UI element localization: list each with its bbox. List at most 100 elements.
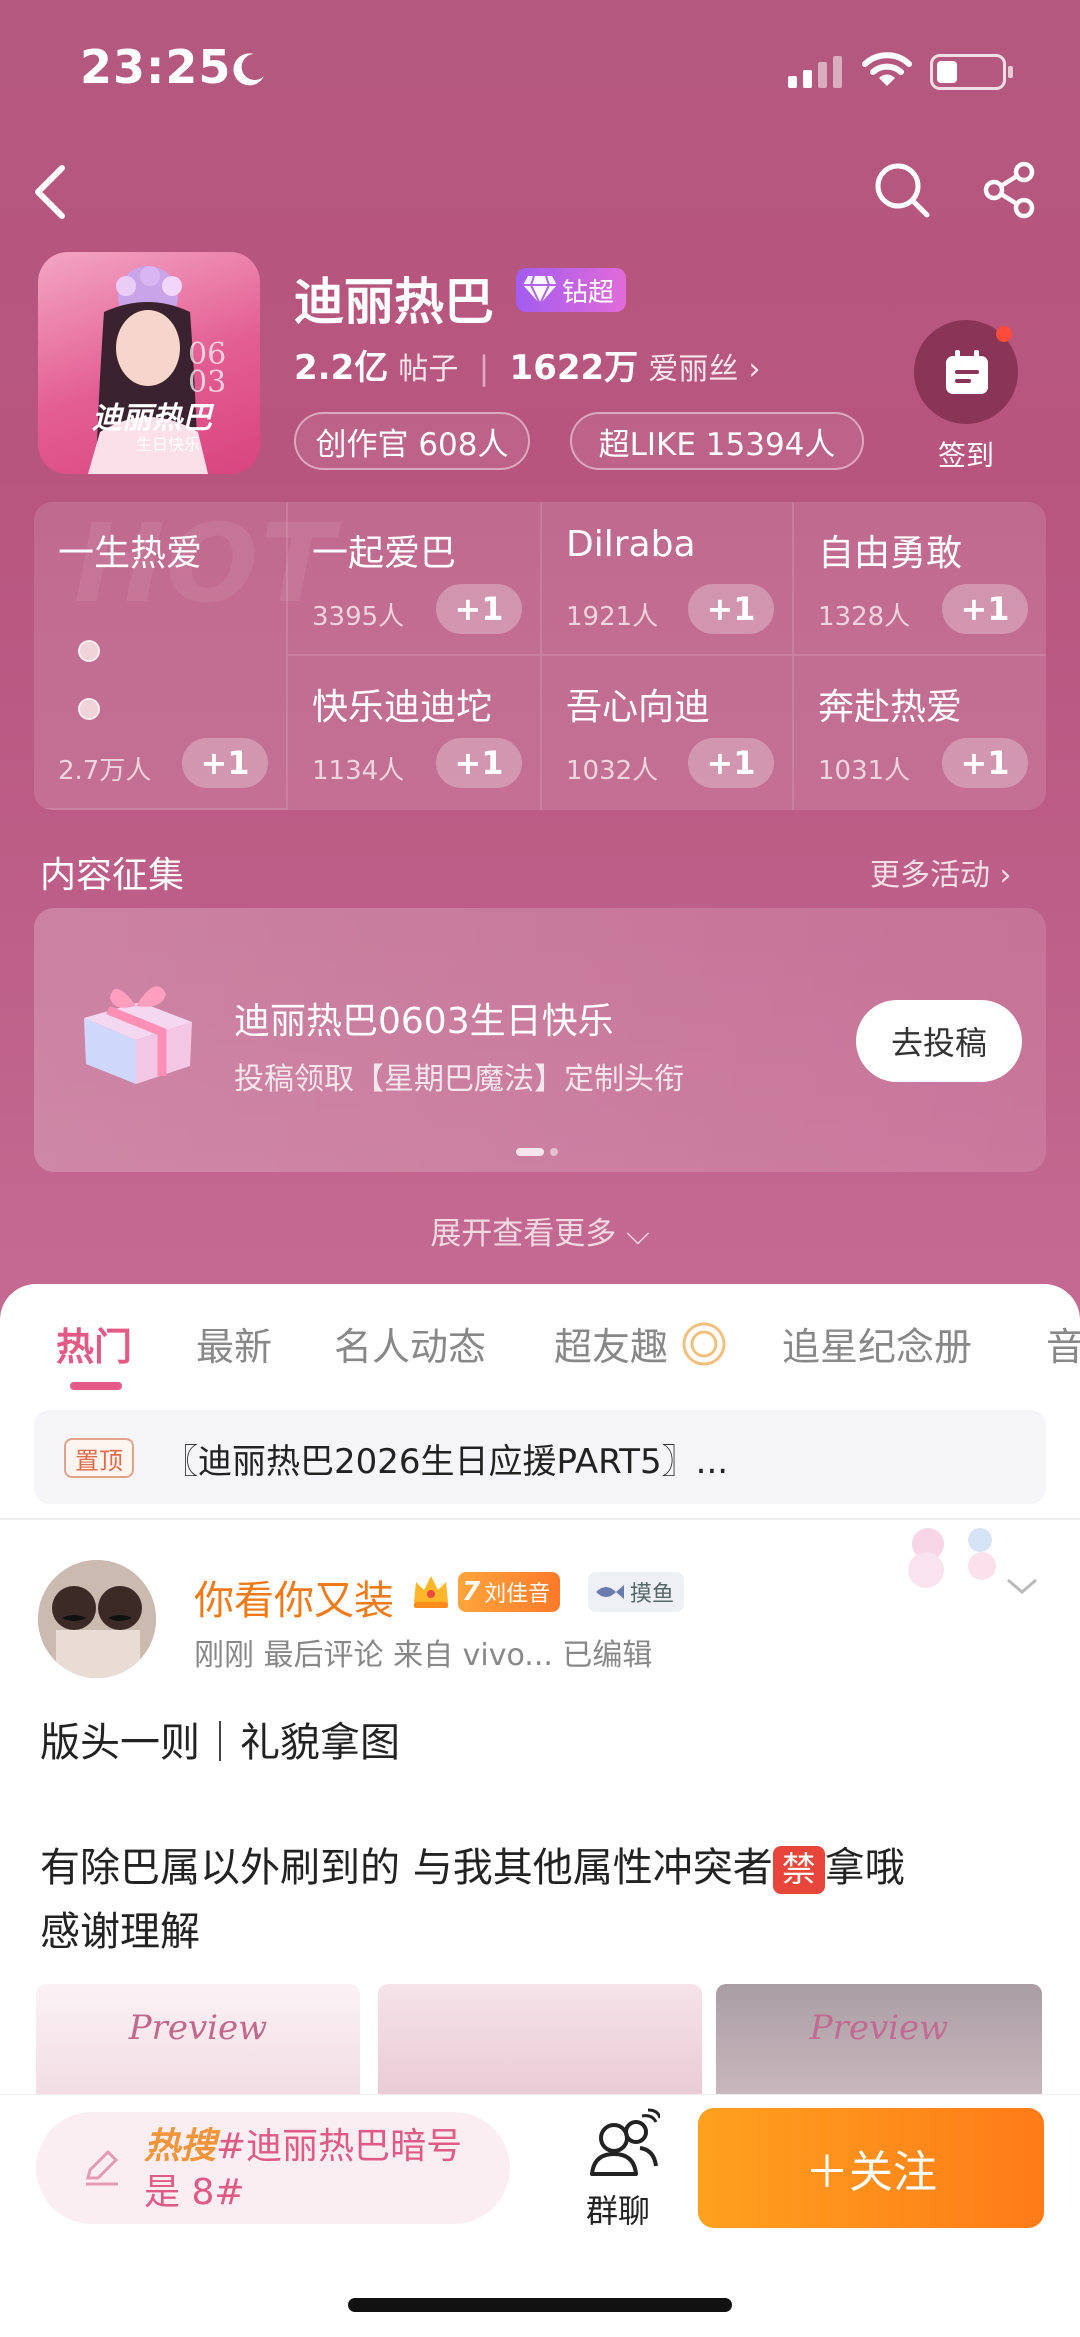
fans-count[interactable]: 1622万 — [510, 348, 639, 388]
pinned-tag: 置顶 — [64, 1438, 134, 1478]
image-caption: Preview — [809, 2008, 949, 2048]
post-image[interactable]: Preview — [716, 1984, 1042, 2094]
activity-banner[interactable]: 迪丽热巴0603生日快乐 投稿领取【星期巴魔法】定制头衔 去投稿 — [34, 908, 1046, 1172]
moon-icon — [233, 53, 264, 86]
super-like-pill[interactable]: 超LIKE 15394人 — [570, 412, 864, 470]
avatar[interactable] — [38, 1560, 156, 1678]
fish-badge[interactable]: 摸鱼 — [588, 1572, 685, 1612]
submit-button[interactable]: 去投稿 — [856, 1000, 1022, 1082]
chevron-down-icon: ⌵ — [626, 1216, 650, 1252]
checkin-button[interactable] — [914, 320, 1018, 424]
search-icon[interactable] — [872, 160, 932, 220]
join-button[interactable]: +1 — [942, 584, 1028, 634]
banner-subtitle: 投稿领取【星期巴魔法】定制头衔 — [234, 1062, 684, 1097]
group-name: 吾心向迪 — [566, 687, 711, 728]
post-image[interactable]: Preview — [36, 1984, 360, 2094]
group-cell-5[interactable]: 吾心向迪 1032人 +1 — [542, 656, 794, 810]
post-meta: 刚刚 最后评论 来自 vivo... 已编辑 — [194, 1638, 653, 1673]
group-cell-1[interactable]: 一起爱巴 3395人 +1 — [288, 502, 542, 656]
active-tab-indicator — [70, 1382, 122, 1390]
group-name: 一起爱巴 — [312, 533, 457, 574]
crown-icon — [414, 1576, 448, 1608]
group-name: 自由勇敢 — [818, 533, 963, 574]
join-button[interactable]: +1 — [182, 738, 268, 788]
group-count: 1921人 — [566, 602, 659, 632]
group-cell-2[interactable]: Dilraba 1921人 +1 — [542, 502, 794, 656]
carousel-dots — [516, 1148, 558, 1156]
stats-divider: | — [478, 349, 490, 387]
section-title: 内容征集 — [40, 855, 185, 896]
expand-more-label: 展开查看更多 — [430, 1216, 617, 1252]
super-badge-label: 钻超 — [562, 277, 615, 308]
expand-more[interactable]: 展开查看更多 ⌵ — [0, 1208, 1080, 1253]
super-badge[interactable]: 钻超 — [516, 268, 627, 312]
chevron-right-icon: › — [748, 352, 761, 387]
status-time: 23:25 — [80, 40, 232, 94]
chevron-down-icon[interactable] — [1004, 1574, 1040, 1598]
battery-icon — [930, 54, 1013, 90]
group-chat-label[interactable]: 群聊 — [586, 2186, 650, 2232]
back-icon[interactable] — [28, 162, 72, 222]
creators-pill[interactable]: 创作官 608人 — [294, 412, 530, 470]
level-number: 7 — [462, 1577, 481, 1607]
community-avatar[interactable]: 06 03 迪丽热巴 生日快乐 — [38, 252, 260, 474]
pencil-icon — [86, 2149, 119, 2186]
diamond-icon — [523, 275, 557, 306]
group-chat-icon[interactable] — [586, 2108, 660, 2180]
tab-celebrity[interactable]: 名人动态 — [334, 1316, 486, 1371]
tab-fun[interactable]: 超友趣 — [554, 1316, 668, 1371]
fans-label[interactable]: 爱丽丝 — [648, 352, 738, 387]
post-body: 有除巴属以外刷到的 与我其他属性冲突者禁拿哦 感谢理解 — [40, 1836, 1050, 1964]
group-count: 1031人 — [818, 756, 911, 786]
decoration-sticker — [908, 1528, 996, 1588]
checkin-label: 签到 — [938, 439, 995, 472]
pinned-post[interactable]: 置顶 〖迪丽热巴2026生日应援PART5〗... — [34, 1410, 1046, 1504]
feed-tabs: 热门 最新 名人动态 超友趣 追星纪念册 音 — [0, 1316, 1080, 1376]
group-name: Dilraba — [566, 524, 696, 565]
posts-label: 帖子 — [398, 352, 459, 387]
follow-button[interactable]: ＋关注 — [698, 2108, 1044, 2228]
tab-music[interactable]: 音 — [1046, 1316, 1080, 1371]
notification-dot — [996, 326, 1012, 342]
post-image[interactable] — [378, 1984, 702, 2094]
tab-hot[interactable]: 热门 — [56, 1316, 132, 1371]
tab-album[interactable]: 追星纪念册 — [782, 1316, 972, 1371]
more-activities-label: 更多活动 — [870, 858, 990, 893]
group-name: 奔赴热爱 — [818, 687, 963, 728]
home-indicator — [348, 2298, 732, 2312]
join-button[interactable]: +1 — [688, 738, 774, 788]
join-button[interactable]: +1 — [436, 738, 522, 788]
svg-text:迪丽热巴: 迪丽热巴 — [92, 401, 215, 436]
join-button[interactable]: +1 — [688, 584, 774, 634]
group-name: 一生热爱 — [58, 533, 203, 574]
group-name: 快乐迪迪坨 — [312, 687, 493, 728]
member-avatar — [78, 640, 100, 662]
hot-search-text: 热搜#迪丽热巴暗号是 8# — [144, 2124, 484, 2216]
community-title: 迪丽热巴 — [294, 273, 494, 331]
group-cell-3[interactable]: 自由勇敢 1328人 +1 — [794, 502, 1046, 656]
post-text: 感谢理解 — [40, 1909, 200, 1955]
group-count: 1032人 — [566, 756, 659, 786]
more-activities-link[interactable]: 更多活动 › — [870, 850, 1012, 894]
community-stats: 2.2亿 帖子 | 1622万 爱丽丝 › — [294, 340, 761, 389]
post-text: 有除巴属以外刷到的 与我其他属性冲突者 — [40, 1845, 773, 1891]
join-button[interactable]: +1 — [942, 738, 1028, 788]
level-badge[interactable]: 7 刘佳音 — [458, 1572, 561, 1612]
join-button[interactable]: +1 — [436, 584, 522, 634]
post-text-line: 版头一则｜礼貌拿图 — [40, 1720, 400, 1766]
share-icon[interactable] — [980, 160, 1040, 220]
svg-text:生日快乐: 生日快乐 — [136, 435, 200, 454]
ban-icon: 禁 — [772, 1846, 825, 1894]
fish-icon — [596, 1585, 624, 1599]
level-label: 刘佳音 — [484, 1582, 551, 1607]
pinned-title: 〖迪丽热巴2026生日应援PART5〗... — [164, 1442, 729, 1482]
group-cell-6[interactable]: 奔赴热爱 1031人 +1 — [794, 656, 1046, 810]
tab-latest[interactable]: 最新 — [196, 1316, 272, 1371]
hot-search-chip[interactable]: 热搜#迪丽热巴暗号是 8# — [36, 2112, 510, 2224]
group-count: 1328人 — [818, 602, 911, 632]
group-cell-4[interactable]: 快乐迪迪坨 1134人 +1 — [288, 656, 542, 810]
banner-title: 迪丽热巴0603生日快乐 — [234, 1001, 614, 1042]
group-cell-0[interactable]: 一生热爱 2.7万人 +1 — [34, 502, 288, 810]
avatar-illustration: 06 03 迪丽热巴 生日快乐 — [88, 266, 226, 474]
post-username[interactable]: 你看你又装 — [194, 1568, 394, 1626]
